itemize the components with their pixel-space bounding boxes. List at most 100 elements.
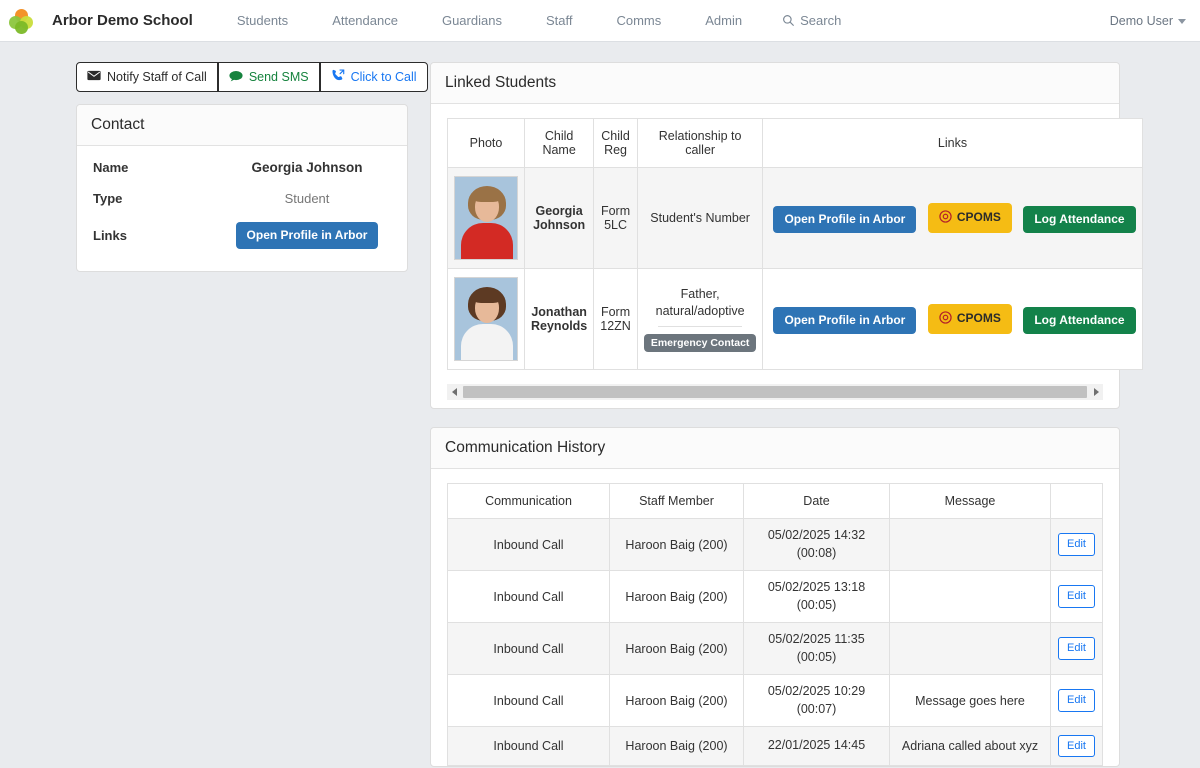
envelope-icon [87, 70, 101, 84]
contact-links-label: Links [93, 228, 127, 244]
header-child-name: Child Name [523, 118, 595, 168]
contact-panel-title: Contact [91, 116, 145, 133]
table-row: Inbound Call Haroon Baig (200) 05/02/202… [447, 518, 1103, 571]
cell-child-name: Jonathan Reynolds [523, 268, 595, 370]
cell-actions: Edit [1050, 570, 1103, 623]
cell-communication: Inbound Call [447, 518, 610, 571]
cell-links: Open Profile in Arbor CPOMS Log Attendan… [762, 268, 1143, 370]
contact-links-value: Open Profile in Arbor [223, 222, 391, 250]
nav-item-comms[interactable]: Comms [594, 13, 683, 28]
cell-duration-value: (00:07) [796, 701, 837, 716]
edit-button[interactable]: Edit [1058, 637, 1095, 660]
cell-date: 05/02/2025 13:18 (00:05) [743, 570, 890, 623]
communication-history-panel: Communication History Communication Staf… [430, 427, 1120, 768]
cell-message [889, 570, 1051, 623]
table-row: Georgia Johnson Form 5LC Student's Numbe… [447, 167, 1143, 269]
cell-duration-value: (00:08) [796, 545, 837, 560]
nav-item-guardians[interactable]: Guardians [420, 13, 524, 28]
cpoms-label: CPOMS [956, 311, 1001, 326]
arrow-left-icon[interactable] [447, 384, 461, 400]
communication-history-table: Communication Staff Member Date Message … [447, 483, 1103, 767]
edit-button[interactable]: Edit [1058, 585, 1095, 608]
linked-students-table-wrap: Photo Child Name Child Reg Relationship … [431, 104, 1143, 370]
nav-item-students[interactable]: Students [215, 13, 310, 28]
cell-message [889, 622, 1051, 675]
linked-students-table: Photo Child Name Child Reg Relationship … [447, 118, 1143, 370]
cell-date-value: 05/02/2025 11:35 [768, 632, 865, 646]
contact-name-value: Georgia Johnson [251, 160, 363, 175]
cell-child-reg: Form 12ZN [593, 268, 638, 370]
nav-item-staff[interactable]: Staff [524, 13, 595, 28]
chat-bubble-icon [229, 70, 243, 85]
cell-date: 22/01/2025 14:45 [743, 725, 890, 767]
chevron-down-icon [1178, 18, 1186, 24]
relationship-text: Student's Number [650, 210, 750, 225]
cell-staff-member: Haroon Baig (200) [609, 725, 744, 767]
cell-photo [447, 268, 525, 370]
table-header-row: Photo Child Name Child Reg Relationship … [447, 118, 1143, 168]
edit-button[interactable]: Edit [1058, 735, 1095, 758]
cell-date: 05/02/2025 10:29 (00:07) [743, 674, 890, 727]
open-profile-in-arbor-button[interactable]: Open Profile in Arbor [773, 306, 917, 335]
cell-communication: Inbound Call [447, 622, 610, 675]
user-menu[interactable]: Demo User [1110, 0, 1186, 42]
edit-button[interactable]: Edit [1058, 689, 1095, 712]
communication-history-table-wrap: Communication Staff Member Date Message … [431, 469, 1119, 767]
cell-child-name: Georgia Johnson [523, 167, 595, 269]
contact-links-row: Links Open Profile in Arbor [93, 222, 391, 250]
header-communication: Communication [447, 483, 610, 519]
cell-actions: Edit [1050, 725, 1103, 767]
nav-item-admin[interactable]: Admin [683, 13, 764, 28]
target-icon [939, 210, 952, 226]
click-to-call-button[interactable]: Click to Call [319, 62, 428, 92]
nav-item-attendance[interactable]: Attendance [310, 13, 420, 28]
page-content: Notify Staff of Call Send SMS Click to C… [0, 42, 1200, 768]
table-header-row: Communication Staff Member Date Message [447, 483, 1103, 519]
contact-name-label: Name [93, 160, 129, 175]
send-sms-label: Send SMS [248, 70, 309, 84]
contact-panel-header: Contact [77, 105, 407, 146]
log-attendance-button[interactable]: Log Attendance [1023, 205, 1136, 234]
horizontal-scrollbar[interactable] [447, 384, 1103, 400]
cell-staff-member: Haroon Baig (200) [609, 622, 744, 675]
cell-photo [447, 167, 525, 269]
cell-actions: Edit [1050, 674, 1103, 727]
communication-history-header: Communication History [431, 428, 1119, 469]
arbor-flower-logo[interactable] [0, 0, 42, 42]
cell-message: Adriana called about xyz [889, 725, 1051, 767]
log-attendance-button[interactable]: Log Attendance [1023, 306, 1136, 335]
open-profile-in-arbor-button[interactable]: Open Profile in Arbor [235, 222, 379, 250]
cell-relationship: Student's Number [636, 167, 764, 269]
relationship-divider [657, 326, 743, 328]
header-photo: Photo [447, 118, 525, 168]
open-profile-in-arbor-button[interactable]: Open Profile in Arbor [773, 205, 917, 234]
table-row: Inbound Call Haroon Baig (200) 05/02/202… [447, 674, 1103, 727]
cell-actions: Edit [1050, 518, 1103, 571]
linked-students-panel: Linked Students Photo Child Name Child R… [430, 62, 1143, 409]
cell-message [889, 518, 1051, 571]
send-sms-button[interactable]: Send SMS [217, 62, 320, 92]
cell-links: Open Profile in Arbor CPOMS Log Attendan… [762, 167, 1143, 269]
header-message: Message [889, 483, 1051, 519]
communication-history-title: Communication History [445, 439, 606, 456]
user-menu-label: Demo User [1109, 14, 1173, 28]
edit-button[interactable]: Edit [1058, 533, 1095, 556]
scrollbar-thumb[interactable] [463, 386, 1087, 398]
cpoms-button[interactable]: CPOMS [927, 303, 1012, 335]
nav-item-search[interactable]: Search [764, 13, 863, 28]
cpoms-button[interactable]: CPOMS [927, 202, 1012, 234]
top-navigation-bar: Arbor Demo School Students Attendance Gu… [0, 0, 1200, 42]
relationship-text: Father, natural/adoptive [655, 286, 745, 318]
student-photo [454, 176, 518, 260]
cpoms-label: CPOMS [956, 210, 1001, 225]
header-relationship: Relationship to caller [636, 118, 764, 168]
cell-relationship: Father, natural/adoptive Emergency Conta… [636, 268, 764, 370]
brand-title: Arbor Demo School [52, 12, 193, 29]
arrow-right-icon[interactable] [1089, 384, 1103, 400]
cell-communication: Inbound Call [447, 570, 610, 623]
notify-staff-of-call-button[interactable]: Notify Staff of Call [76, 62, 218, 92]
table-row: Jonathan Reynolds Form 12ZN Father, natu… [447, 268, 1143, 370]
header-date: Date [743, 483, 890, 519]
search-icon [782, 14, 795, 27]
linked-students-title: Linked Students [445, 74, 557, 91]
